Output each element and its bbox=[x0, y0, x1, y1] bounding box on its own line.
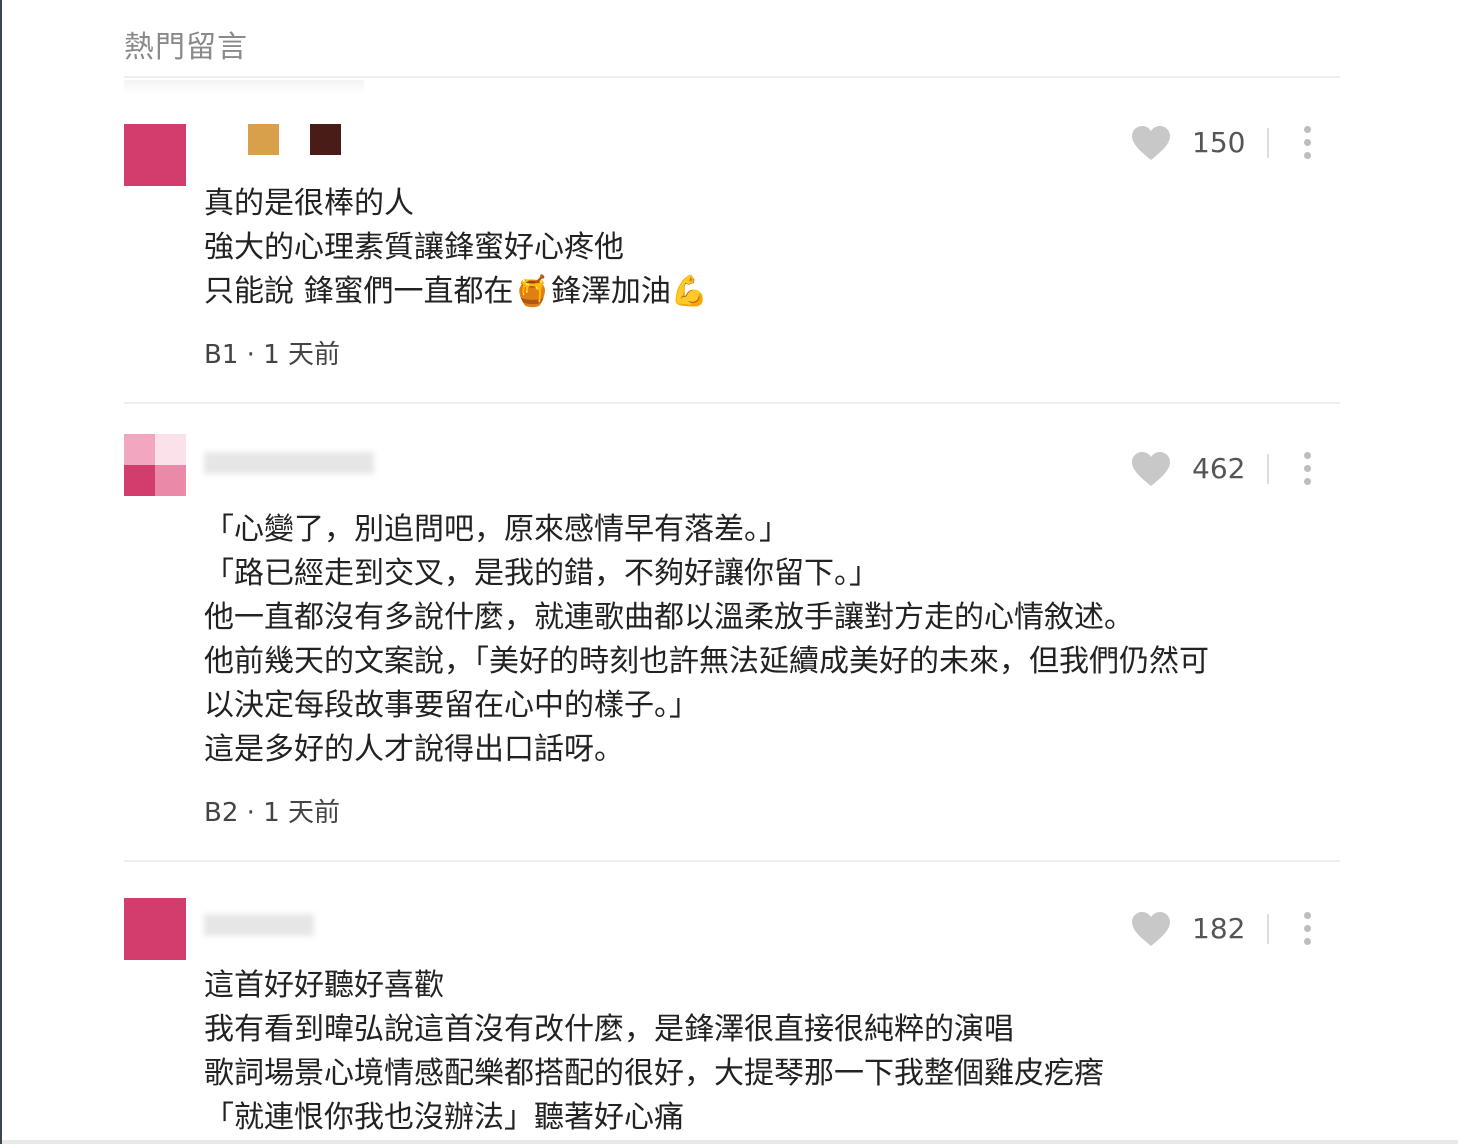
username[interactable] bbox=[204, 910, 314, 946]
action-divider bbox=[1267, 454, 1269, 484]
more-vertical-icon[interactable] bbox=[1302, 126, 1312, 160]
comment-body: 真的是很棒的人 強大的心理素質讓鋒蜜好心疼他 只能說 鋒蜜們一直都在🍯鋒澤加油💪 bbox=[204, 182, 708, 314]
comment-body: 「心變了，別追問吧，原來感情早有落差。」 「路已經走到交叉，是我的錯，不夠好讓你… bbox=[204, 508, 1209, 772]
heart-icon[interactable] bbox=[1130, 124, 1172, 162]
comment-line: 我有看到暐弘說這首沒有改什麼，是鋒澤很直接很純粹的演唱 bbox=[204, 1012, 1014, 1047]
comment-meta: B2 · 1 天前 bbox=[204, 798, 340, 828]
comment-body: 這首好好聽好喜歡 我有看到暐弘說這首沒有改什麼，是鋒澤很直接很純粹的演唱 歌詞場… bbox=[204, 964, 1104, 1140]
username[interactable] bbox=[204, 448, 374, 484]
comments-page: 熱門留言 150 真的是很棒的人 強大的心理素質讓鋒蜜好心疼他 只能說 鋒蜜們一… bbox=[0, 0, 1458, 1144]
timestamp: 1 天前 bbox=[263, 340, 340, 370]
section-title: 熱門留言 bbox=[124, 30, 248, 65]
comment-line: 強大的心理素質讓鋒蜜好心疼他 bbox=[204, 230, 624, 265]
comment-line: 以決定每段故事要留在心中的樣子。」 bbox=[204, 688, 699, 723]
comment-actions: 150 bbox=[1130, 124, 1340, 164]
comment-line: 「就連恨你我也沒辦法」聽著好心痛 bbox=[204, 1100, 684, 1135]
comment-line: 他一直都沒有多說什麼，就連歌曲都以溫柔放手讓對方走的心情敘述。 bbox=[204, 600, 1134, 635]
comment-divider bbox=[124, 402, 1340, 404]
more-vertical-icon[interactable] bbox=[1302, 452, 1312, 486]
comment-line: 「路已經走到交叉，是我的錯，不夠好讓你留下。」 bbox=[204, 556, 879, 591]
heart-icon[interactable] bbox=[1130, 450, 1172, 488]
like-count: 182 bbox=[1192, 912, 1246, 945]
more-vertical-icon[interactable] bbox=[1302, 912, 1312, 946]
action-divider bbox=[1267, 914, 1269, 944]
title-divider bbox=[124, 76, 1340, 78]
comment-line: 只能說 鋒蜜們一直都在🍯鋒澤加油💪 bbox=[204, 274, 709, 309]
title-shadow bbox=[124, 80, 364, 94]
comment-line: 這是多好的人才說得出口話呀。 bbox=[204, 732, 624, 767]
comment-actions: 462 bbox=[1130, 450, 1340, 490]
honey-pot-emoji: 🍯 bbox=[513, 274, 551, 309]
avatar[interactable] bbox=[124, 898, 186, 960]
comment-actions: 182 bbox=[1130, 910, 1340, 950]
floor-number[interactable]: B2 bbox=[204, 798, 238, 828]
like-count: 462 bbox=[1192, 452, 1246, 485]
comment-line: 歌詞場景心境情感配樂都搭配的很好，大提琴那一下我整個雞皮疙瘩 bbox=[204, 1056, 1104, 1091]
avatar[interactable] bbox=[124, 124, 186, 186]
bottom-edge bbox=[2, 1140, 1458, 1144]
like-count: 150 bbox=[1192, 126, 1246, 159]
comment-line: 他前幾天的文案說，「美好的時刻也許無法延續成美好的未來，但我們仍然可 bbox=[204, 644, 1209, 679]
comment-line: 真的是很棒的人 bbox=[204, 186, 414, 221]
action-divider bbox=[1267, 128, 1269, 158]
floor-number[interactable]: B1 bbox=[204, 340, 238, 370]
flexed-biceps-emoji: 💪 bbox=[670, 274, 709, 309]
comment-line: 「心變了，別追問吧，原來感情早有落差。」 bbox=[204, 512, 789, 547]
avatar[interactable] bbox=[124, 434, 186, 496]
comment-meta: B1 · 1 天前 bbox=[204, 340, 340, 370]
comment-divider bbox=[124, 860, 1340, 862]
timestamp: 1 天前 bbox=[263, 798, 340, 828]
heart-icon[interactable] bbox=[1130, 910, 1172, 948]
comment-line: 這首好好聽好喜歡 bbox=[204, 968, 444, 1003]
